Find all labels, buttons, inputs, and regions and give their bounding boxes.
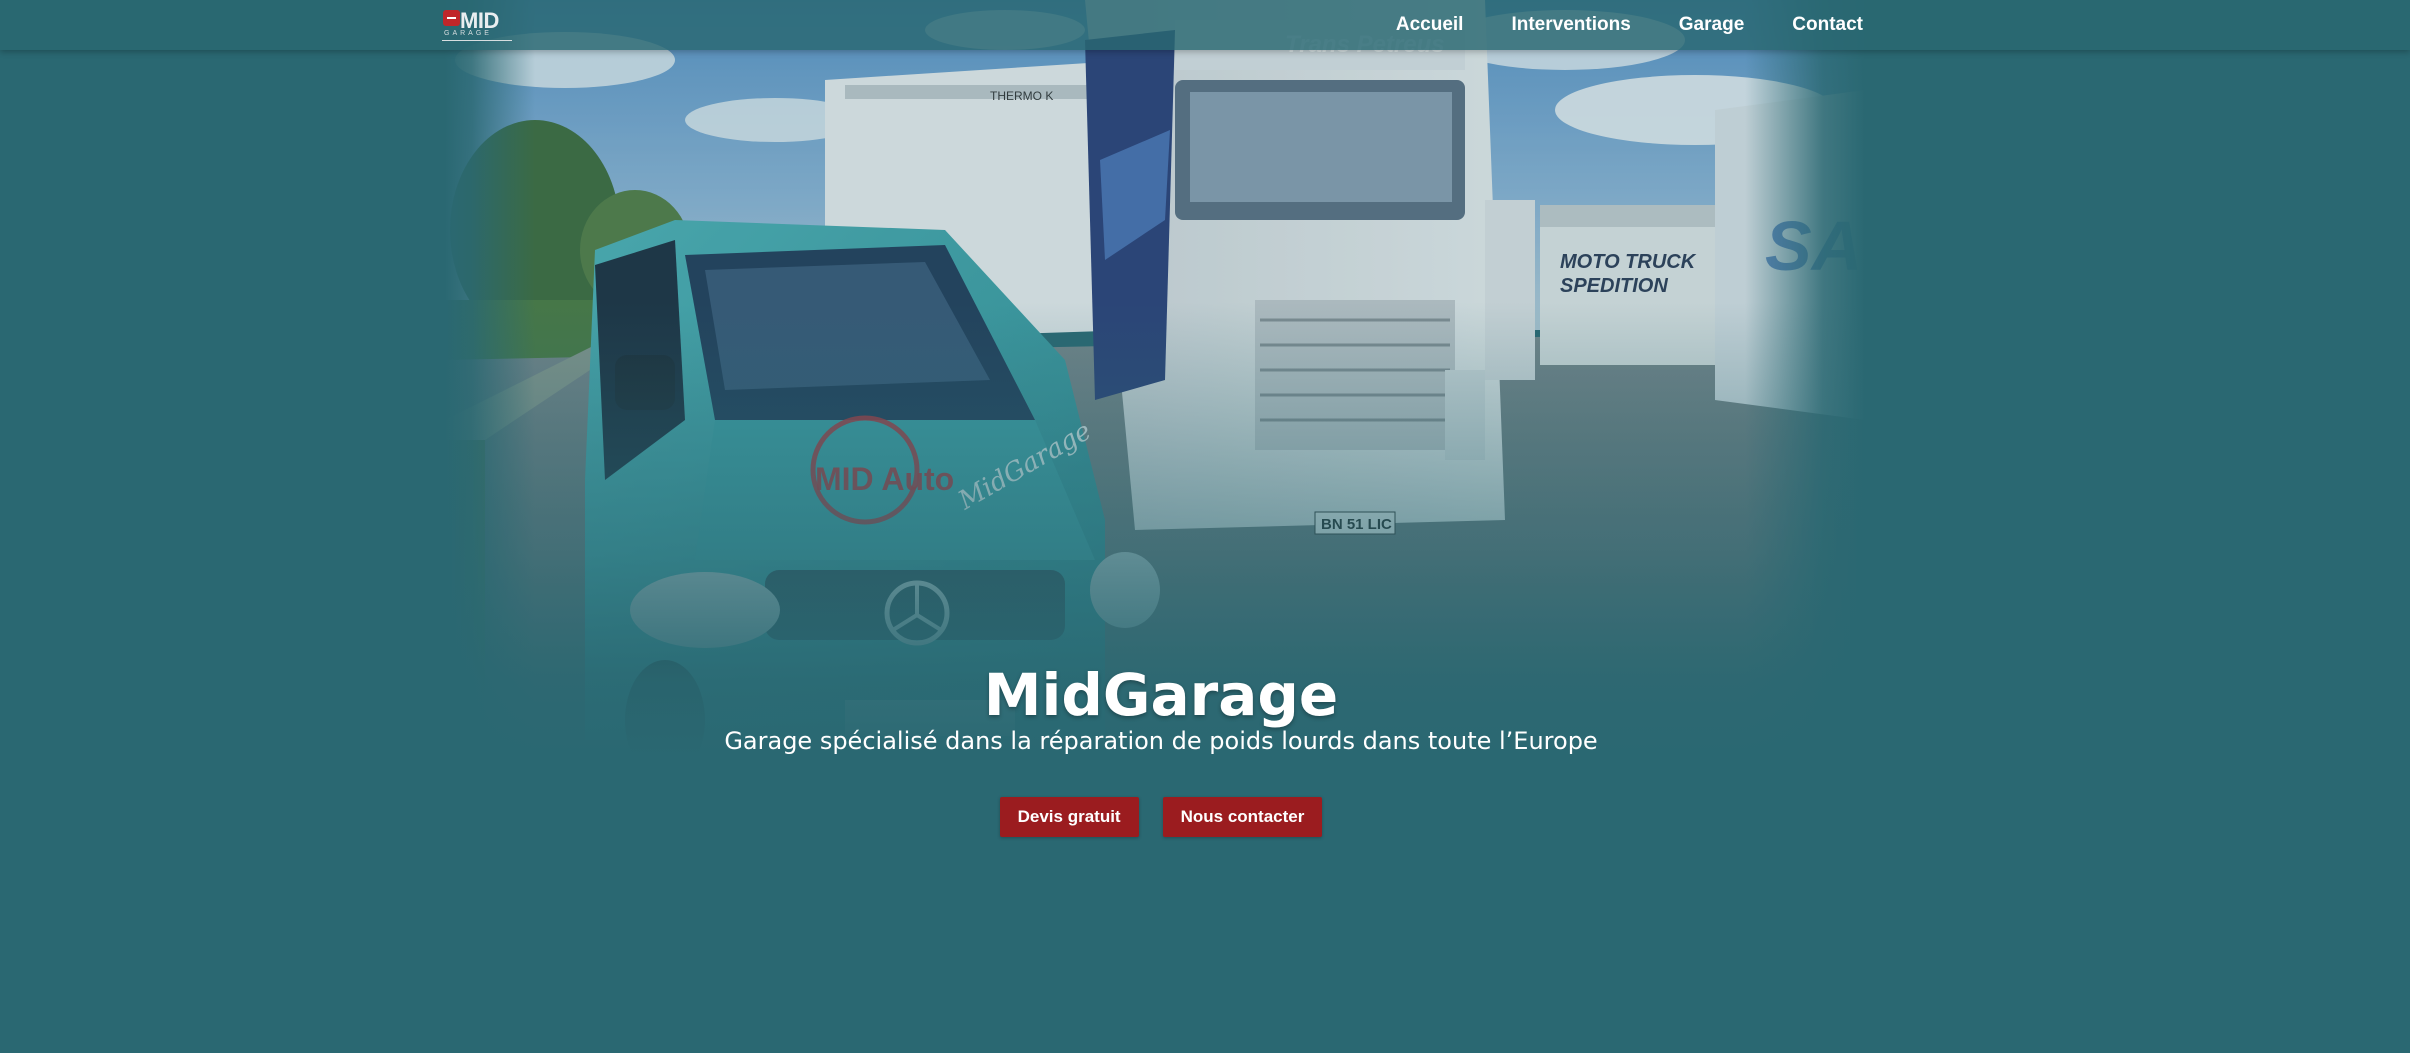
nav-link-accueil[interactable]: Accueil — [1396, 14, 1464, 36]
free-quote-button[interactable]: Devis gratuit — [999, 797, 1139, 837]
main-nav: Accueil Interventions Garage Contact — [1396, 0, 1863, 50]
hero-title: MidGarage — [983, 660, 1339, 729]
depot-text-2: SPEDITION — [1560, 275, 1668, 297]
hero-cta-row: Devis gratuit Nous contacter — [0, 797, 2322, 837]
depot-text-1: MOTO TRUCK — [1560, 251, 1697, 273]
hero-photo: MOTO TRUCK SPEDITION SA THERMO K Trans P… — [445, 0, 1865, 762]
site-logo[interactable]: MID GARAGE — [440, 8, 514, 42]
page: MOTO TRUCK SPEDITION SA THERMO K Trans P… — [0, 0, 2410, 1053]
nav-link-interventions[interactable]: Interventions — [1511, 14, 1630, 36]
hero-photo-illustration: MOTO TRUCK SPEDITION SA THERMO K Trans P… — [445, 0, 1865, 762]
trailer-right-text: SA — [1765, 207, 1862, 285]
hero-subtitle: Garage spécialisé dans la réparation de … — [724, 727, 1598, 755]
navbar: MID GARAGE Accueil Interventions Garage … — [0, 0, 2410, 50]
logo-mark-icon — [443, 10, 460, 26]
nav-link-contact[interactable]: Contact — [1792, 14, 1863, 36]
reefer-text: THERMO K — [990, 89, 1053, 103]
van-logo-text: MID Auto — [815, 461, 954, 497]
logo-underline — [442, 40, 512, 41]
truck-plate-text: BN 51 LIC — [1321, 516, 1392, 533]
logo-subtext: GARAGE — [444, 30, 492, 37]
contact-us-button[interactable]: Nous contacter — [1162, 797, 1323, 837]
nav-link-garage[interactable]: Garage — [1679, 14, 1744, 36]
